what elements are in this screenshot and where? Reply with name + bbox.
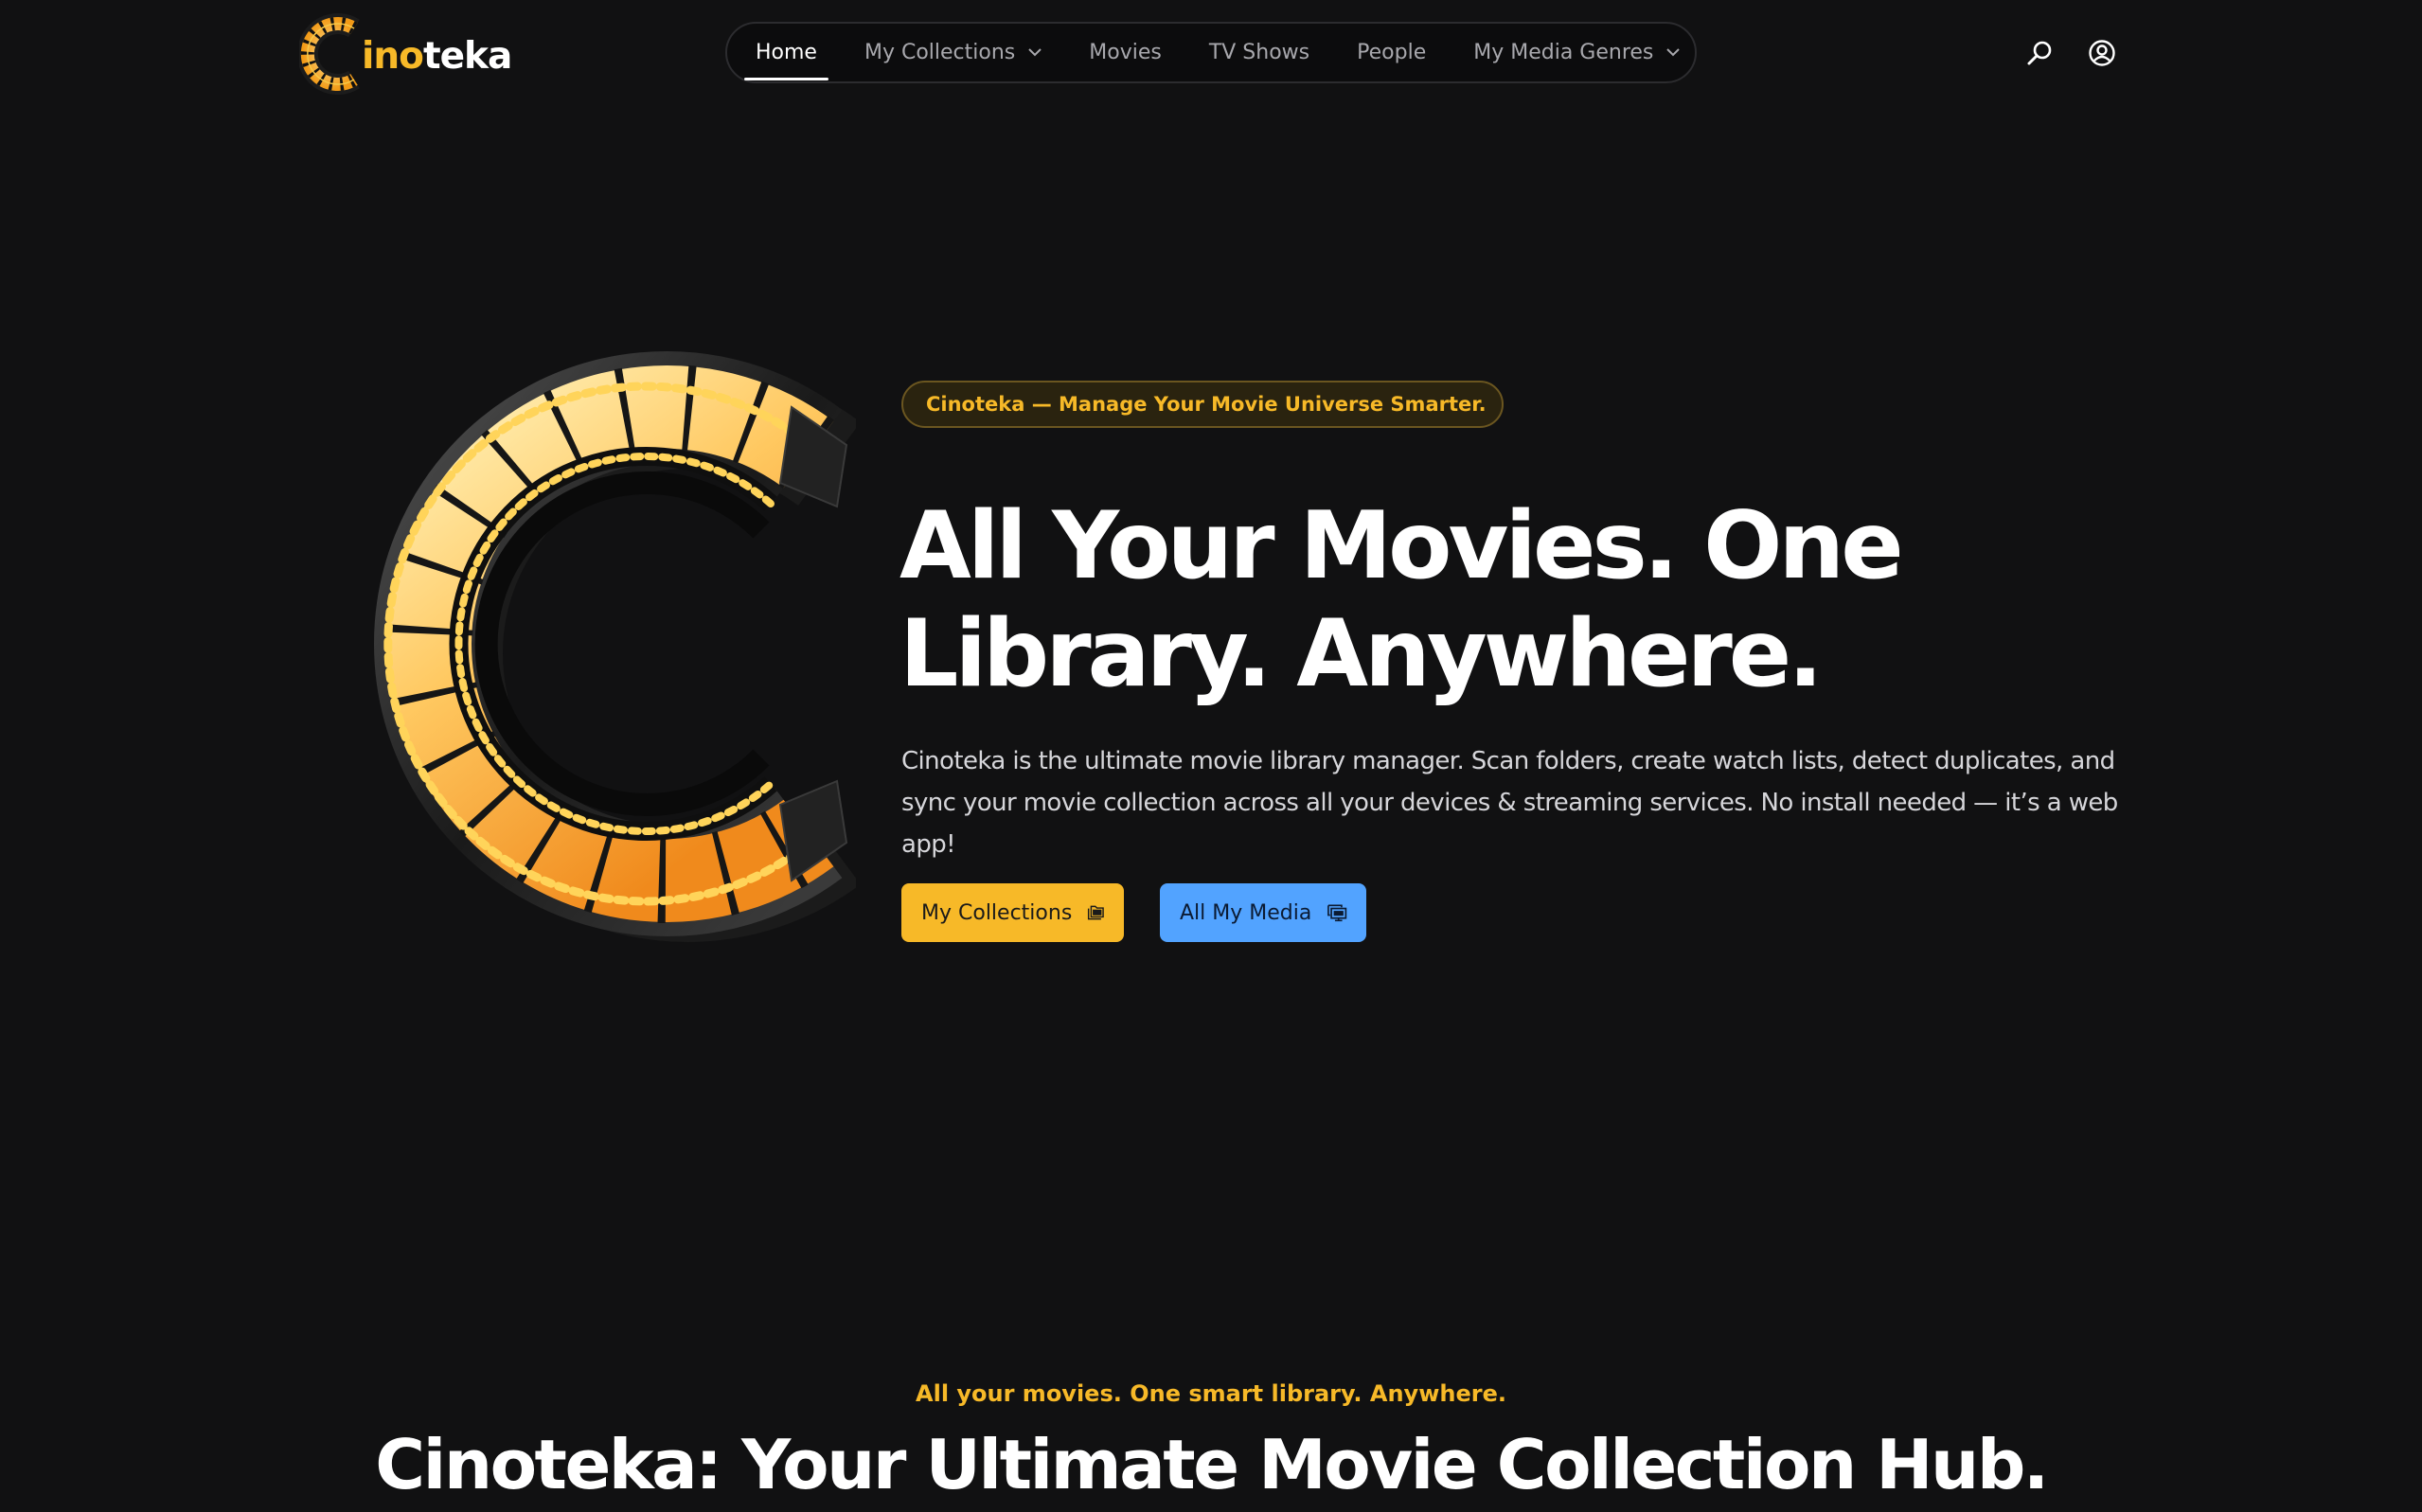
main-nav: Home My Collections Movies TV Shows Peop…: [725, 22, 1697, 83]
user-account-icon: [2089, 40, 2115, 66]
my-collections-button[interactable]: My Collections: [901, 883, 1124, 942]
nav-item-label: TV Shows: [1208, 41, 1310, 64]
nav-item-movies[interactable]: Movies: [1089, 23, 1162, 82]
chevron-down-icon: [1028, 48, 1042, 57]
nav-item-people[interactable]: People: [1357, 23, 1426, 82]
film-reel-c-illustration-icon: [374, 351, 856, 942]
nav-item-my-collections[interactable]: My Collections: [864, 23, 1042, 82]
hero-title-line-2: Library. Anywhere.: [899, 600, 1823, 708]
search-button[interactable]: [2023, 37, 2056, 69]
user-account-button[interactable]: [2086, 37, 2118, 69]
nav-item-my-media-genres[interactable]: My Media Genres: [1473, 23, 1681, 82]
hero-description: Cinoteka is the ultimate movie library m…: [901, 747, 2118, 859]
button-label: All My Media: [1180, 900, 1312, 925]
brand-logo[interactable]: inoteka: [299, 13, 512, 95]
tagline-badge: Cinoteka — Manage Your Movie Universe Sm…: [901, 381, 1504, 428]
nav-item-label: My Media Genres: [1473, 41, 1654, 64]
hero-title: All Your Movies. One Library. Anywhere.: [899, 492, 2036, 708]
section-title: Cinoteka: Your Ultimate Movie Collection…: [375, 1425, 2049, 1504]
screens-icon: [1327, 904, 1347, 922]
hero-title-line-1: All Your Movies. One: [899, 492, 1904, 600]
nav-item-home[interactable]: Home: [744, 23, 828, 82]
folders-icon: [1088, 905, 1105, 920]
nav-item-label: My Collections: [864, 41, 1016, 64]
button-label: My Collections: [921, 900, 1073, 925]
nav-item-label: Home: [756, 41, 817, 64]
brand-name: inoteka: [362, 34, 512, 78]
nav-item-label: Movies: [1089, 41, 1162, 64]
chevron-down-icon: [1666, 48, 1681, 57]
site-header: inoteka Home My Collections Movies TV Sh…: [0, 0, 2422, 108]
section-kicker: All your movies. One smart library. Anyw…: [916, 1380, 1506, 1407]
nav-item-label: People: [1357, 41, 1427, 64]
all-my-media-button[interactable]: All My Media: [1160, 883, 1366, 942]
search-icon: [2027, 41, 2052, 65]
nav-item-tv-shows[interactable]: TV Shows: [1209, 23, 1309, 82]
film-reel-logo-icon: [299, 13, 360, 95]
